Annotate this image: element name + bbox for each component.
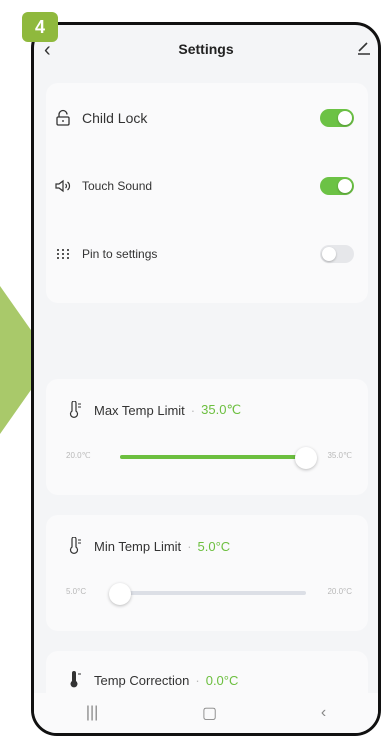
toggle-knob <box>338 111 352 125</box>
recent-apps-button[interactable]: ||| <box>86 704 98 722</box>
speaker-icon <box>55 179 71 193</box>
min-slider-track[interactable] <box>109 583 306 605</box>
separator-dot: · <box>187 538 192 554</box>
min-temp-label: Min Temp Limit <box>94 538 182 554</box>
max-slider-fill <box>120 455 306 459</box>
step-badge: 4 <box>22 12 58 42</box>
min-temp-card: Min Temp Limit · 5.0°C 5.0°C 20.0°C <box>46 515 368 631</box>
page-title: Settings <box>178 41 234 57</box>
child-lock-toggle[interactable] <box>320 109 354 127</box>
pin-icon <box>57 249 69 259</box>
temp-correction-header: Temp Correction · 0.0°C <box>68 671 238 689</box>
toggle-knob <box>338 179 352 193</box>
min-temp-slider[interactable]: 5.0°C 20.0°C <box>66 583 352 605</box>
temp-correction-label: Temp Correction <box>94 672 190 688</box>
pin-to-settings-row[interactable]: Pin to settings <box>46 227 368 281</box>
header: ‹ Settings <box>34 25 378 75</box>
max-slider-max-label: 35.0℃ <box>327 451 352 460</box>
toggle-settings-card: Child Lock Touch Sound Pin to settings <box>46 83 368 303</box>
touch-sound-label: Touch Sound <box>82 179 153 193</box>
min-slider-max-label: 20.0°C <box>327 587 352 596</box>
max-temp-header: Max Temp Limit · 35.0℃ <box>68 401 241 419</box>
max-slider-thumb[interactable] <box>295 447 317 469</box>
system-back-button[interactable]: ‹ <box>321 704 326 722</box>
max-slider-track[interactable] <box>120 447 317 469</box>
child-lock-label: Child Lock <box>82 110 148 126</box>
thermometer-solid-icon <box>70 671 81 688</box>
max-slider-min-label: 20.0℃ <box>66 451 91 460</box>
touch-sound-toggle[interactable] <box>320 177 354 195</box>
min-slider-min-label: 5.0°C <box>66 587 87 596</box>
min-temp-header: Min Temp Limit · 5.0°C <box>68 537 230 555</box>
child-lock-row[interactable]: Child Lock <box>46 91 368 145</box>
system-navbar: ||| ▢ ‹ <box>34 693 378 733</box>
min-temp-value: 5.0°C <box>197 538 231 554</box>
min-slider-thumb[interactable] <box>109 583 131 605</box>
touch-sound-row[interactable]: Touch Sound <box>46 159 368 213</box>
thermometer-icon <box>69 401 81 418</box>
pin-to-settings-label: Pin to settings <box>82 247 158 261</box>
separator-dot: · <box>195 672 200 688</box>
pin-to-settings-toggle[interactable] <box>320 245 354 263</box>
lock-icon <box>56 109 70 126</box>
separator-dot: · <box>190 402 196 418</box>
thermometer-icon <box>69 537 81 554</box>
pencil-icon[interactable] <box>356 39 372 55</box>
temp-correction-value: 0.0°C <box>205 672 239 688</box>
max-temp-slider[interactable]: 20.0℃ 35.0℃ <box>66 447 352 469</box>
toggle-knob <box>322 247 336 261</box>
max-temp-label: Max Temp Limit <box>94 402 185 418</box>
max-temp-card: Max Temp Limit · 35.0℃ 20.0℃ 35.0℃ <box>46 379 368 495</box>
max-temp-value: 35.0℃ <box>201 402 242 417</box>
home-button[interactable]: ▢ <box>202 703 217 723</box>
phone-screen: ‹ Settings Child Lock Touch Sound Pin to… <box>31 22 381 736</box>
